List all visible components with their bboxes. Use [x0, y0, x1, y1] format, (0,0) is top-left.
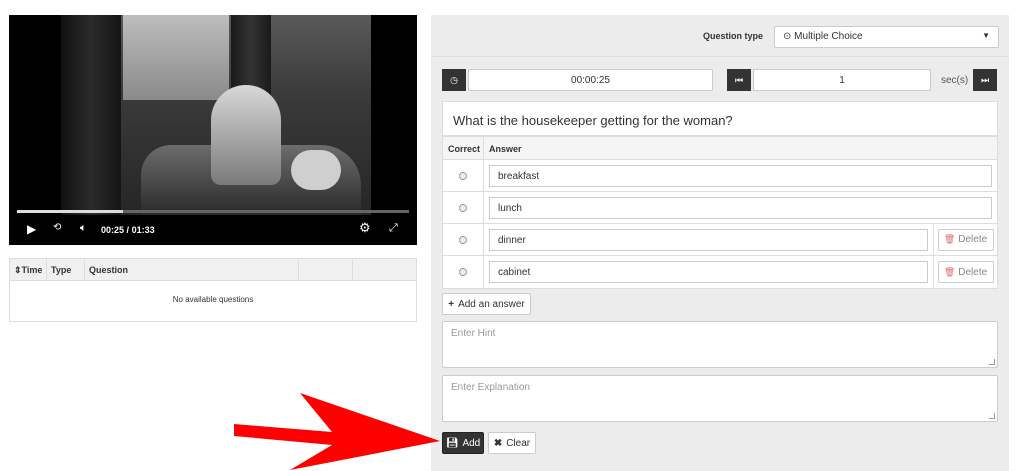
delete-answer-button[interactable]: 🗑︎ Delete: [937, 261, 994, 283]
clear-button[interactable]: ✖ Clear: [488, 432, 536, 454]
rewind-10-icon[interactable]: ⟲: [53, 222, 61, 233]
timestamp-input[interactable]: 00:00:25: [468, 69, 713, 91]
duration: 01:33: [131, 225, 155, 235]
hint-placeholder: Enter Hint: [451, 328, 496, 339]
plus-icon: +: [448, 298, 455, 310]
hint-textarea[interactable]: Enter Hint: [442, 321, 998, 368]
video-player[interactable]: ▶ ⟲ 🔈︎ 00:25 / 01:33 ⚙ ⤢: [9, 15, 417, 245]
answer-input[interactable]: lunch: [489, 196, 992, 219]
answer-row: dinner 🗑︎ Delete: [443, 224, 997, 256]
correct-radio[interactable]: [459, 171, 467, 180]
question-type-label: Question type: [703, 31, 764, 41]
trash-icon: 🗑︎: [943, 266, 956, 277]
video-frame: [61, 15, 371, 215]
close-icon: ✖: [493, 437, 503, 449]
play-icon[interactable]: ▶: [27, 222, 36, 236]
answer-input[interactable]: dinner: [489, 228, 928, 251]
add-answer-button[interactable]: + Add an answer: [442, 293, 531, 315]
resize-grip-icon[interactable]: [989, 359, 995, 365]
correct-column-header: Correct: [443, 137, 484, 159]
answer-row: lunch: [443, 192, 997, 224]
answer-row: breakfast: [443, 160, 997, 192]
step-forward-icon: ⏭︎: [980, 74, 990, 85]
column-type: Type: [47, 259, 85, 280]
answer-column-header: Answer: [489, 144, 522, 154]
step-forward-button[interactable]: ⏭︎: [973, 69, 997, 91]
column-question: Question: [85, 259, 299, 280]
column-time[interactable]: ⇕Time: [10, 259, 47, 280]
delete-answer-button[interactable]: 🗑︎ Delete: [937, 228, 994, 251]
answers-header: Correct Answer: [443, 137, 997, 160]
trash-icon: 🗑︎: [943, 234, 956, 244]
column-time-label: Time: [21, 265, 43, 275]
explanation-placeholder: Enter Explanation: [451, 382, 530, 393]
answer-input[interactable]: cabinet: [489, 261, 928, 283]
skip-seconds-input[interactable]: 1: [753, 69, 931, 91]
add-question-button[interactable]: 💾︎ Add: [442, 432, 484, 454]
settings-icon[interactable]: ⚙: [359, 220, 371, 236]
clock-icon: ◷: [450, 74, 458, 85]
arrow-shape: [234, 393, 440, 470]
correct-radio[interactable]: [459, 235, 467, 244]
delete-label: Delete: [958, 234, 988, 245]
column-extra-1: [299, 259, 353, 280]
answer-row: cabinet 🗑︎ Delete: [443, 256, 997, 288]
clear-label: Clear: [506, 437, 531, 449]
question-type-select[interactable]: ⊙ Multiple Choice ▼: [774, 26, 999, 48]
current-time: 00:25: [101, 225, 125, 235]
caret-down-icon: ▼: [982, 31, 990, 40]
sort-icon: ⇕: [14, 265, 22, 275]
save-icon: 💾︎: [445, 437, 459, 449]
delete-label: Delete: [958, 266, 988, 278]
answer-input[interactable]: breakfast: [489, 164, 992, 187]
answers-table: Correct Answer breakfast lunch dinner 🗑︎…: [442, 136, 998, 289]
question-text-input[interactable]: What is the housekeeper getting for the …: [442, 101, 998, 136]
column-extra-2: [353, 259, 416, 280]
correct-radio[interactable]: [459, 268, 467, 276]
correct-radio[interactable]: [459, 203, 467, 212]
red-arrow-annotation: [234, 393, 440, 470]
radio-dot-icon: ⊙: [783, 31, 792, 42]
question-type-value: Multiple Choice: [794, 31, 863, 42]
video-progress-bar[interactable]: [17, 210, 409, 213]
add-label: Add: [462, 437, 481, 449]
step-back-icon: ⏮︎: [734, 74, 744, 85]
question-list-table: ⇕Time Type Question No available questio…: [9, 258, 417, 322]
add-answer-label: Add an answer: [458, 298, 525, 310]
clock-button[interactable]: ◷: [442, 69, 466, 91]
question-editor-panel: Question type ⊙ Multiple Choice ▼ ◷ 00:0…: [431, 15, 1009, 471]
video-time-display: 00:25 / 01:33: [101, 225, 155, 235]
resize-grip-icon[interactable]: [989, 413, 995, 419]
step-back-button[interactable]: ⏮︎: [727, 69, 751, 91]
fullscreen-icon[interactable]: ⤢: [389, 222, 398, 235]
explanation-textarea[interactable]: Enter Explanation: [442, 375, 998, 422]
volume-icon[interactable]: 🔈︎: [80, 222, 87, 235]
question-list-header: ⇕Time Type Question: [10, 259, 416, 281]
empty-message: No available questions: [172, 295, 254, 304]
seconds-unit-label: sec(s): [941, 75, 969, 86]
time-separator: /: [126, 225, 130, 235]
question-type-bar: Question type ⊙ Multiple Choice ▼: [431, 15, 1009, 57]
